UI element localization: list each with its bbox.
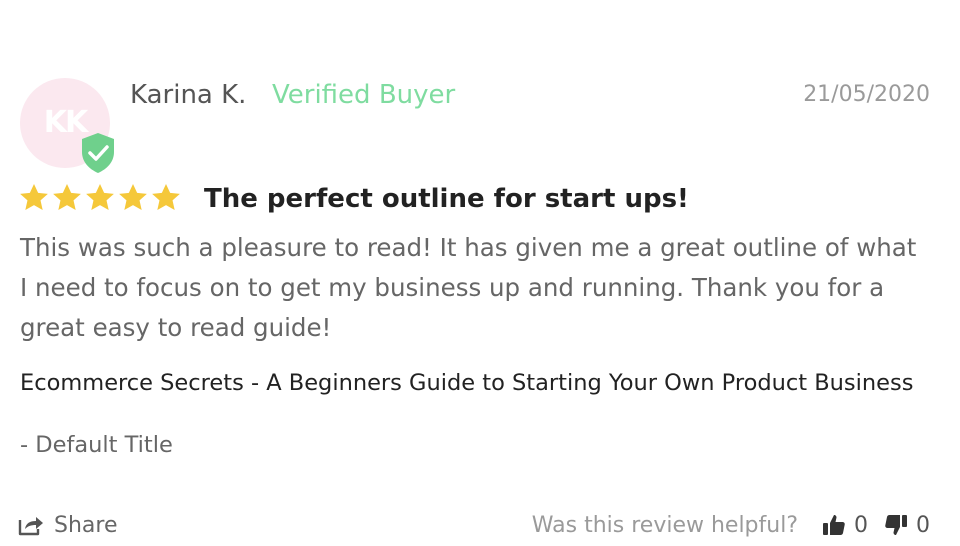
thumbs-down-button[interactable]: 0 [884, 513, 930, 538]
star-icon [20, 184, 48, 210]
review-title: The perfect outline for start ups! [204, 184, 689, 214]
share-button[interactable]: Share [18, 508, 118, 542]
reviewer-name: Karina K. [130, 80, 247, 110]
helpful-votes: Was this review helpful? 0 0 [532, 508, 930, 542]
thumbs-up-button[interactable]: 0 [822, 513, 868, 538]
upvote-count: 0 [854, 512, 868, 538]
review-date: 21/05/2020 [803, 82, 930, 107]
star-icon [152, 184, 180, 210]
review-body: This was such a pleasure to read! It has… [20, 233, 917, 342]
star-rating [18, 182, 182, 216]
review-card: KK Karina K. Verified Buyer 21/05/2020 T… [0, 0, 960, 546]
shield-check-icon [82, 133, 114, 173]
thumbs-up-icon [823, 515, 845, 535]
verified-buyer-label: Verified Buyer [272, 80, 456, 110]
product-variant: - Default Title [20, 432, 173, 458]
star-icon [119, 184, 147, 210]
downvote-count: 0 [916, 512, 930, 538]
star-icon [86, 184, 114, 210]
helpful-question: Was this review helpful? [531, 512, 798, 538]
share-icon [18, 517, 43, 536]
thumbs-down-icon [885, 515, 907, 535]
star-icon [53, 184, 81, 210]
product-link[interactable]: Ecommerce Secrets - A Beginners Guide to… [20, 368, 920, 398]
share-label: Share [54, 512, 118, 538]
